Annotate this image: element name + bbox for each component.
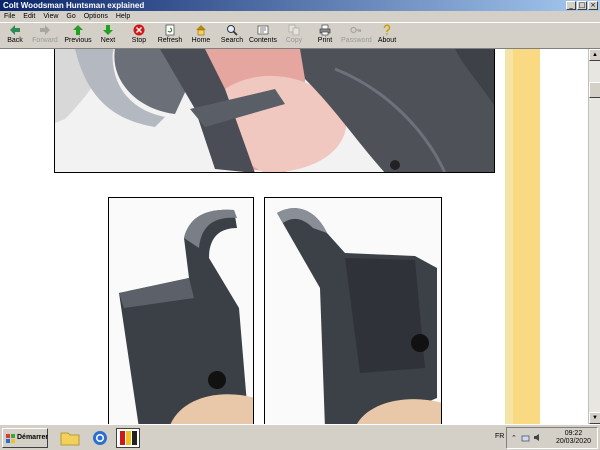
taskbar: Démarrer FR ⌃ 09:22 20/03/2020	[0, 424, 600, 450]
down-triangle-icon: ▼	[592, 415, 598, 421]
title-bar: Colt Woodsman Huntsman explained _ □ ×	[0, 0, 600, 11]
window-title: Colt Woodsman Huntsman explained	[3, 1, 145, 10]
home-button[interactable]: Home	[191, 24, 211, 48]
menu-help[interactable]: Help	[112, 11, 134, 22]
help-app-icon[interactable]	[116, 428, 140, 448]
scroll-down-button[interactable]: ▼	[589, 412, 600, 424]
key-icon	[350, 24, 362, 36]
refresh-icon	[164, 24, 176, 36]
search-icon	[226, 24, 238, 36]
contents-icon	[257, 24, 269, 36]
start-button[interactable]: Démarrer	[2, 428, 48, 448]
photo-part-right	[264, 197, 442, 424]
up-triangle-icon: ▲	[592, 52, 598, 58]
stop-icon	[133, 24, 145, 36]
windows-flag-icon	[6, 433, 15, 443]
photo-part-left	[108, 197, 254, 424]
back-button[interactable]: Back	[4, 24, 26, 48]
photo-trigger-closeup	[54, 49, 495, 173]
scroll-thumb[interactable]	[589, 82, 600, 98]
side-band-inner	[513, 49, 540, 424]
scroll-up-button[interactable]: ▲	[589, 49, 600, 61]
previous-button[interactable]: Previous	[64, 24, 92, 48]
menu-go[interactable]: Go	[62, 11, 79, 22]
copy-icon	[288, 24, 300, 36]
toolbar: Back Forward Previous Next Stop Refresh …	[0, 22, 600, 49]
question-icon	[381, 24, 393, 36]
folder-icon[interactable]	[58, 428, 82, 448]
forward-button[interactable]: Forward	[32, 24, 58, 48]
close-button[interactable]: ×	[588, 1, 598, 10]
browser-icon[interactable]	[88, 428, 112, 448]
refresh-button[interactable]: Refresh	[156, 24, 184, 48]
menu-edit[interactable]: Edit	[19, 11, 39, 22]
tray-expand-icon[interactable]: ⌃	[511, 434, 517, 442]
stop-button[interactable]: Stop	[130, 24, 148, 48]
print-button[interactable]: Print	[316, 24, 334, 48]
clock-time: 09:22	[564, 430, 583, 437]
about-button[interactable]: About	[377, 24, 397, 48]
system-tray: FR ⌃ 09:22 20/03/2020	[495, 427, 598, 449]
menu-options[interactable]: Options	[80, 11, 112, 22]
minimize-button[interactable]: _	[566, 1, 576, 10]
network-icon[interactable]	[521, 433, 530, 444]
vertical-scrollbar[interactable]: ▲ ▼	[588, 49, 600, 424]
language-indicator[interactable]: FR	[495, 433, 504, 440]
menu-bar: File Edit View Go Options Help	[0, 11, 600, 22]
home-icon	[195, 24, 207, 36]
printer-icon	[319, 24, 331, 36]
clock[interactable]: 09:22 20/03/2020	[556, 430, 591, 446]
search-button[interactable]: Search	[220, 24, 244, 48]
password-button[interactable]: Password	[341, 24, 372, 48]
maximize-button[interactable]: □	[577, 1, 587, 10]
menu-view[interactable]: View	[39, 11, 62, 22]
back-arrow-icon	[9, 24, 21, 36]
next-button[interactable]: Next	[98, 24, 118, 48]
speaker-icon[interactable]	[533, 433, 542, 444]
contents-button[interactable]: Contents	[249, 24, 277, 48]
down-arrow-icon	[102, 24, 114, 36]
content-area	[0, 49, 588, 424]
copy-button[interactable]: Copy	[285, 24, 303, 48]
forward-arrow-icon	[39, 24, 51, 36]
up-arrow-icon	[72, 24, 84, 36]
menu-file[interactable]: File	[0, 11, 19, 22]
clock-date: 20/03/2020	[555, 438, 591, 445]
